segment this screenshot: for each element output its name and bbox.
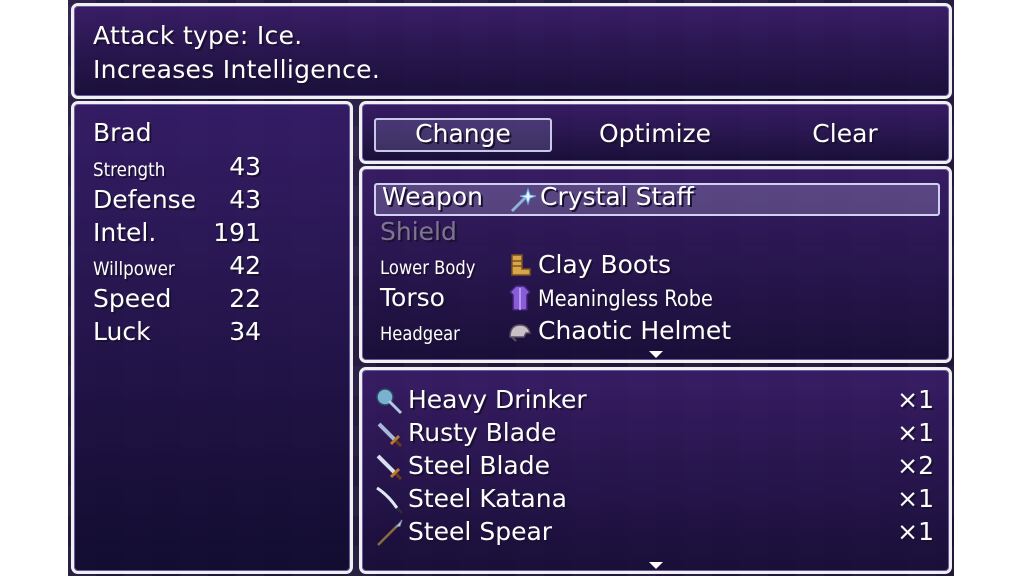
stat-defense: Defense 43 (93, 185, 261, 218)
status-window: Brad Strength 43 Defense 43 Intel. 191 W… (71, 101, 353, 574)
slot-item-name: Crystal Staff (540, 182, 694, 211)
boots-icon (511, 254, 531, 276)
item-count: ×1 (897, 484, 934, 513)
command-window: Change Optimize Clear (359, 101, 952, 164)
robe-icon (508, 285, 532, 311)
item-row[interactable]: Heavy Drinker ×1 (374, 384, 934, 417)
helmet-icon (509, 324, 531, 342)
item-row[interactable]: Steel Katana ×1 (374, 483, 934, 516)
item-name: Steel Spear (408, 517, 553, 546)
item-count: ×1 (897, 517, 934, 546)
item-count: ×1 (897, 385, 934, 414)
stat-speed: Speed 22 (93, 284, 261, 317)
stat-willpower: Willpower 42 (93, 251, 261, 284)
item-row[interactable]: Rusty Blade ×1 (374, 417, 934, 450)
stat-label: Intel. (93, 218, 157, 247)
equip-slots-window: Weapon Crystal Staff Shield Lower Body C… (359, 166, 952, 363)
stat-value: 34 (229, 317, 261, 346)
actor-name: Brad (93, 118, 152, 147)
stat-value: 191 (213, 218, 261, 247)
item-name: Heavy Drinker (408, 385, 587, 414)
scroll-down-arrow-icon[interactable] (649, 351, 663, 358)
slot-type-label: Headgear (380, 323, 460, 345)
stat-label: Luck (93, 317, 151, 346)
stat-label: Willpower (93, 258, 175, 280)
slot-type-label: Weapon (382, 182, 483, 211)
stat-intel: Intel. 191 (93, 218, 261, 251)
stat-label: Defense (93, 185, 197, 214)
slot-weapon[interactable]: Weapon Crystal Staff (374, 182, 940, 216)
item-count: ×2 (897, 451, 934, 480)
clear-command[interactable]: Clear (756, 118, 934, 152)
stat-label: Speed (93, 284, 172, 313)
slot-item-name: Chaotic Helmet (538, 316, 732, 345)
stat-luck: Luck 34 (93, 317, 261, 350)
sword-icon (376, 454, 403, 481)
slot-type-label: Torso (380, 283, 445, 312)
slot-headgear[interactable]: Headgear Chaotic Helmet (374, 315, 940, 348)
slot-torso[interactable]: Torso Meaningless Robe (374, 282, 940, 315)
katana-icon (376, 486, 404, 515)
change-command[interactable]: Change (374, 118, 552, 152)
stat-value: 43 (229, 152, 261, 181)
slot-shield[interactable]: Shield (374, 216, 940, 249)
mace-icon (376, 388, 403, 415)
staff-icon (510, 187, 536, 213)
slot-item-name: Clay Boots (538, 250, 672, 279)
item-name: Steel Katana (408, 484, 567, 513)
slot-lower-body[interactable]: Lower Body Clay Boots (374, 249, 940, 282)
slot-type-label: Lower Body (380, 257, 476, 279)
help-line-2: Increases Intelligence. (93, 55, 381, 84)
scroll-down-arrow-icon[interactable] (649, 562, 663, 569)
item-count: ×1 (897, 418, 934, 447)
slot-type-label: Shield (380, 217, 457, 246)
stat-value: 43 (229, 185, 261, 214)
help-line-1: Attack type: Ice. (93, 21, 303, 50)
sword-icon (377, 422, 403, 448)
item-name: Rusty Blade (408, 418, 557, 447)
stat-value: 42 (229, 251, 261, 280)
spear-icon (377, 519, 403, 546)
slot-item-name: Meaningless Robe (538, 287, 713, 312)
help-window: Attack type: Ice. Increases Intelligence… (71, 3, 952, 99)
stat-value: 22 (229, 284, 261, 313)
item-row[interactable]: Steel Blade ×2 (374, 450, 934, 483)
item-name: Steel Blade (408, 451, 550, 480)
stat-strength: Strength 43 (93, 152, 261, 185)
stat-label: Strength (93, 159, 166, 181)
item-row[interactable]: Steel Spear ×1 (374, 516, 934, 549)
optimize-command[interactable]: Optimize (566, 118, 744, 152)
item-list-window: Heavy Drinker ×1 Rusty Blade ×1 Steel Bl… (359, 367, 952, 574)
